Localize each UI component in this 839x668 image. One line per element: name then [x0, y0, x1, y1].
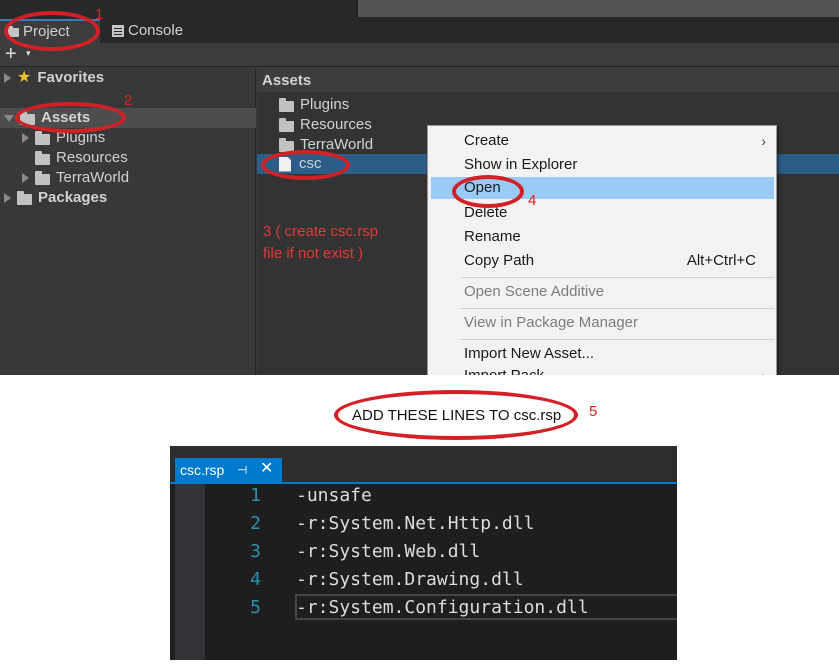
menu-item-import-package[interactable]: Import Pack ›: [428, 365, 776, 375]
window-tab-bar: Project Console: [0, 17, 839, 43]
list-item-label: Resources: [300, 116, 372, 133]
folder-icon: [279, 117, 294, 132]
tree-item-label: Favorites: [37, 69, 105, 86]
line-text[interactable]: -unsafe: [296, 482, 372, 510]
menu-item-label: Open Scene Additive: [464, 283, 605, 300]
menu-item-create[interactable]: Create ›: [428, 130, 776, 152]
menu-divider: [461, 339, 774, 340]
editor-tab-label: csc.rsp: [180, 462, 225, 478]
menu-item-copy-path[interactable]: Copy Path Alt+Ctrl+C: [428, 250, 776, 272]
menu-divider: [461, 277, 774, 278]
tree-item-label: Resources: [56, 149, 128, 166]
folder-icon: [17, 190, 32, 205]
line-number: 3: [250, 541, 261, 562]
menu-item-import-new-asset[interactable]: Import New Asset...: [428, 343, 776, 365]
top-strip: [0, 0, 839, 17]
chevron-down-icon[interactable]: ▾: [26, 48, 31, 59]
star-icon: ★: [17, 69, 32, 86]
note-line: 3 ( create csc.rsp: [263, 223, 379, 240]
chevron-right-icon: ›: [761, 133, 766, 149]
chevron-right-icon[interactable]: [4, 193, 11, 203]
line-text[interactable]: -r:System.Configuration.dll: [296, 594, 589, 622]
annotation-number: 5: [589, 403, 598, 420]
chevron-right-icon[interactable]: [22, 173, 29, 183]
tree-item-resources[interactable]: Resources: [35, 148, 128, 168]
code-line[interactable]: 4 -r:System.Drawing.dll: [205, 566, 677, 594]
menu-item-label: Show in Explorer: [464, 156, 578, 173]
editor-margin: [175, 484, 205, 660]
chevron-right-icon[interactable]: [22, 133, 29, 143]
chevron-right-icon[interactable]: [4, 73, 11, 83]
add-button[interactable]: +: [5, 44, 17, 64]
line-text[interactable]: -r:System.Drawing.dll: [296, 566, 524, 594]
annotation-note: 3 ( create csc.rsp file if not exist ): [263, 221, 378, 265]
code-line[interactable]: 2 -r:System.Net.Http.dll: [205, 510, 677, 538]
tab-console-label: Console: [128, 22, 184, 39]
annotation-ellipse: [15, 102, 126, 133]
context-menu: Create › Show in Explorer Open Delete Re…: [427, 125, 777, 375]
tab-console[interactable]: Console: [108, 19, 208, 43]
scene-view-edge: [356, 0, 839, 17]
annotation-number: 1: [95, 6, 104, 23]
line-number: 4: [250, 569, 261, 590]
close-icon[interactable]: ✕: [260, 459, 273, 479]
menu-item-view-in-package-manager: View in Package Manager: [428, 312, 776, 334]
tree-item-terraworld[interactable]: TerraWorld: [22, 168, 129, 188]
folder-icon: [35, 170, 50, 185]
chevron-right-icon: ›: [761, 365, 766, 375]
line-text[interactable]: -r:System.Web.dll: [296, 538, 480, 566]
list-item[interactable]: Plugins: [279, 95, 349, 115]
unity-project-window: Project Console + ▾ ★ Favorites Assets P…: [0, 0, 839, 375]
instruction-text: ADD THESE LINES TO csc.rsp: [352, 407, 562, 424]
line-number: 5: [250, 597, 261, 618]
shortcut-label: Alt+Ctrl+C: [686, 252, 756, 269]
line-text[interactable]: -r:System.Net.Http.dll: [296, 510, 534, 538]
console-icon: [112, 25, 124, 37]
tree-item-label: Packages: [38, 189, 108, 206]
annotation-number: 2: [124, 92, 133, 109]
editor-tab-csc-rsp[interactable]: csc.rsp ⊣ ✕: [175, 458, 282, 482]
chevron-down-icon[interactable]: [4, 114, 14, 122]
note-line: file if not exist ): [263, 245, 364, 262]
menu-item-open-scene-additive: Open Scene Additive: [428, 281, 776, 303]
annotation-ellipse: [452, 175, 524, 208]
annotation-ellipse: [261, 150, 350, 180]
menu-item-rename[interactable]: Rename: [428, 226, 776, 248]
code-line[interactable]: 5 -r:System.Configuration.dll: [205, 594, 677, 622]
folder-icon: [279, 97, 294, 112]
annotation-number: 4: [528, 192, 537, 209]
tree-item-packages[interactable]: Packages: [4, 188, 107, 208]
menu-item-label: Import Pack: [464, 367, 544, 375]
menu-item-label: Rename: [464, 228, 521, 245]
menu-divider: [461, 308, 774, 309]
list-item[interactable]: Resources: [279, 115, 372, 135]
folder-icon: [35, 150, 50, 165]
menu-item-show-in-explorer[interactable]: Show in Explorer: [428, 154, 776, 176]
editor-tab-bar: csc.rsp ⊣ ✕: [170, 446, 677, 482]
menu-item-label: View in Package Manager: [464, 314, 638, 331]
breadcrumb: Assets: [257, 68, 839, 92]
menu-item-label: Create: [464, 132, 510, 149]
folder-icon: [35, 130, 50, 145]
code-editor: csc.rsp ⊣ ✕ 1 -unsafe 2 -r:System.Net.Ht…: [170, 446, 677, 660]
list-item-label: Plugins: [300, 96, 350, 113]
line-number: 1: [250, 485, 261, 506]
pin-icon[interactable]: ⊣: [237, 460, 247, 480]
project-toolbar: + ▾: [0, 43, 839, 67]
line-number: 2: [250, 513, 261, 534]
tree-item-favorites[interactable]: ★ Favorites: [4, 68, 104, 88]
menu-item-label: Import New Asset...: [464, 345, 595, 362]
menu-item-label: Copy Path: [464, 252, 535, 269]
annotation-ellipse: [4, 11, 100, 51]
code-line[interactable]: 1 -unsafe: [205, 482, 677, 510]
code-line[interactable]: 3 -r:System.Web.dll: [205, 538, 677, 566]
tree-item-label: TerraWorld: [56, 169, 130, 186]
